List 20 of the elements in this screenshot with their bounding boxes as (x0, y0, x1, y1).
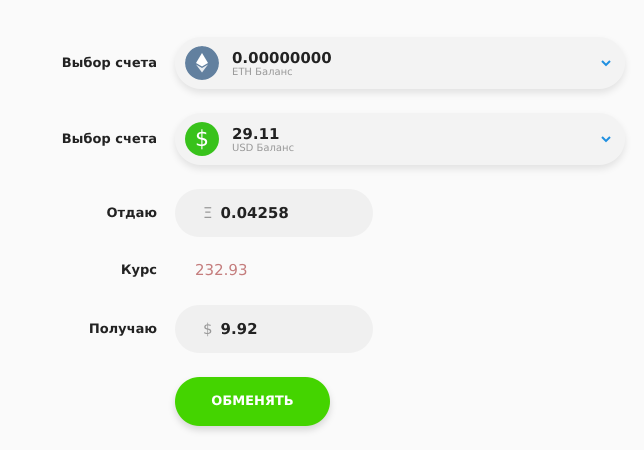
currency-symbol: Ξ (203, 204, 212, 222)
chevron-down-icon (601, 60, 611, 66)
dollar-icon: $ (185, 122, 219, 156)
amount-field[interactable]: Ξ 0.04258 (175, 189, 373, 237)
rate-value: 232.93 (195, 261, 248, 279)
ethereum-icon (185, 46, 219, 80)
field-label: Отдаю (106, 206, 157, 220)
balance-amount: 0.00000000 (232, 48, 333, 66)
chevron-down-icon (601, 136, 611, 142)
currency-symbol: $ (203, 320, 213, 338)
field-label: Выбор счета (62, 132, 157, 146)
balance-caption: ETH Баланс (232, 66, 294, 78)
balance-amount: 29.11 (232, 124, 280, 142)
account-select[interactable]: $ 29.11 USD Баланс (175, 113, 625, 165)
amount-field[interactable]: $ 9.92 (175, 305, 373, 353)
balance-caption: USD Баланс (232, 142, 296, 154)
field-label: Получаю (88, 322, 157, 336)
field-label: Выбор счета (62, 56, 157, 70)
field-label: Курс (120, 262, 157, 278)
account-select[interactable]: 0.00000000 ETH Баланс (175, 37, 625, 89)
